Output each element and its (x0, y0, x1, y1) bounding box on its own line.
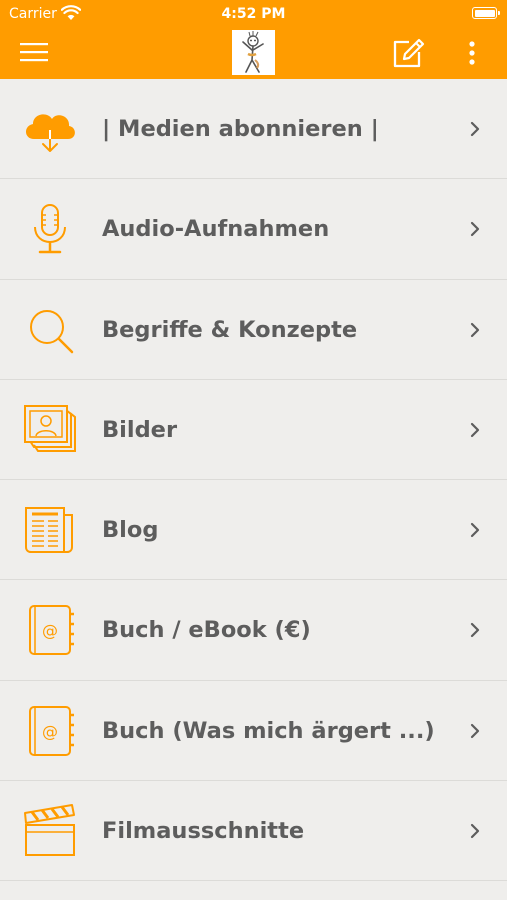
search-icon (30, 309, 74, 353)
chevron-right-icon (470, 422, 480, 437)
menu-item-label: Buch (Was mich ärgert ...) (102, 717, 435, 744)
battery-icon (472, 7, 500, 19)
status-time: 4:52 PM (221, 6, 286, 22)
edit-icon[interactable] (392, 37, 426, 69)
menu-item-label: Bilder (102, 416, 178, 443)
menu-item-label: | Medien abonnieren | (102, 116, 379, 142)
chevron-right-icon (470, 823, 480, 839)
hamburger-icon[interactable] (18, 40, 50, 64)
menu-item-buch-was-mich-aergert[interactable]: @ Buch (Was mich ärgert ...) (0, 681, 507, 782)
status-bar: Carrier 4:52 PM (0, 0, 507, 28)
svg-text:@: @ (42, 621, 58, 640)
menu-item-label: Blog (102, 517, 159, 544)
address-book-icon: @ (29, 605, 74, 656)
more-vertical-icon[interactable] (463, 39, 481, 67)
chevron-right-icon (470, 222, 480, 237)
menu-item-begriffe-konzepte[interactable]: Begriffe & Konzepte (0, 280, 507, 380)
app-logo[interactable] (232, 30, 275, 75)
chevron-right-icon (470, 723, 480, 738)
nav-bar (0, 28, 507, 79)
address-book-icon: @ (29, 705, 74, 756)
svg-text:@: @ (42, 722, 58, 741)
cloud-download-icon (25, 114, 75, 152)
menu-item-medien-abonnieren[interactable]: | Medien abonnieren | (0, 79, 507, 180)
menu-item-filmausschnitte[interactable]: Filmausschnitte (0, 781, 507, 882)
menu-item-label: Filmausschnitte (102, 818, 305, 845)
menu-item-blog[interactable]: Blog (0, 480, 507, 581)
app-header: Carrier 4:52 PM (0, 0, 507, 79)
newspaper-icon (25, 507, 73, 554)
menu-item-label: Begriffe & Konzepte (102, 316, 358, 343)
menu-item-audio-aufnahmen[interactable]: Audio-Aufnahmen (0, 179, 507, 280)
chevron-right-icon (470, 121, 480, 137)
microphone-icon (34, 204, 66, 254)
chevron-right-icon (470, 523, 480, 538)
menu-list: | Medien abonnieren | Audio-Aufnahmen Be… (0, 79, 507, 882)
chevron-right-icon (470, 623, 480, 638)
menu-item-bilder[interactable]: Bilder (0, 380, 507, 481)
chevron-right-icon (470, 322, 480, 337)
menu-item-label: Buch / eBook (€) (102, 617, 311, 644)
logo-figure-icon (242, 31, 264, 73)
menu-item-buch-ebook[interactable]: @ Buch / eBook (€) (0, 580, 507, 681)
clapperboard-icon (24, 804, 75, 857)
photos-icon (24, 404, 76, 452)
menu-item-label: Audio-Aufnahmen (102, 216, 330, 243)
